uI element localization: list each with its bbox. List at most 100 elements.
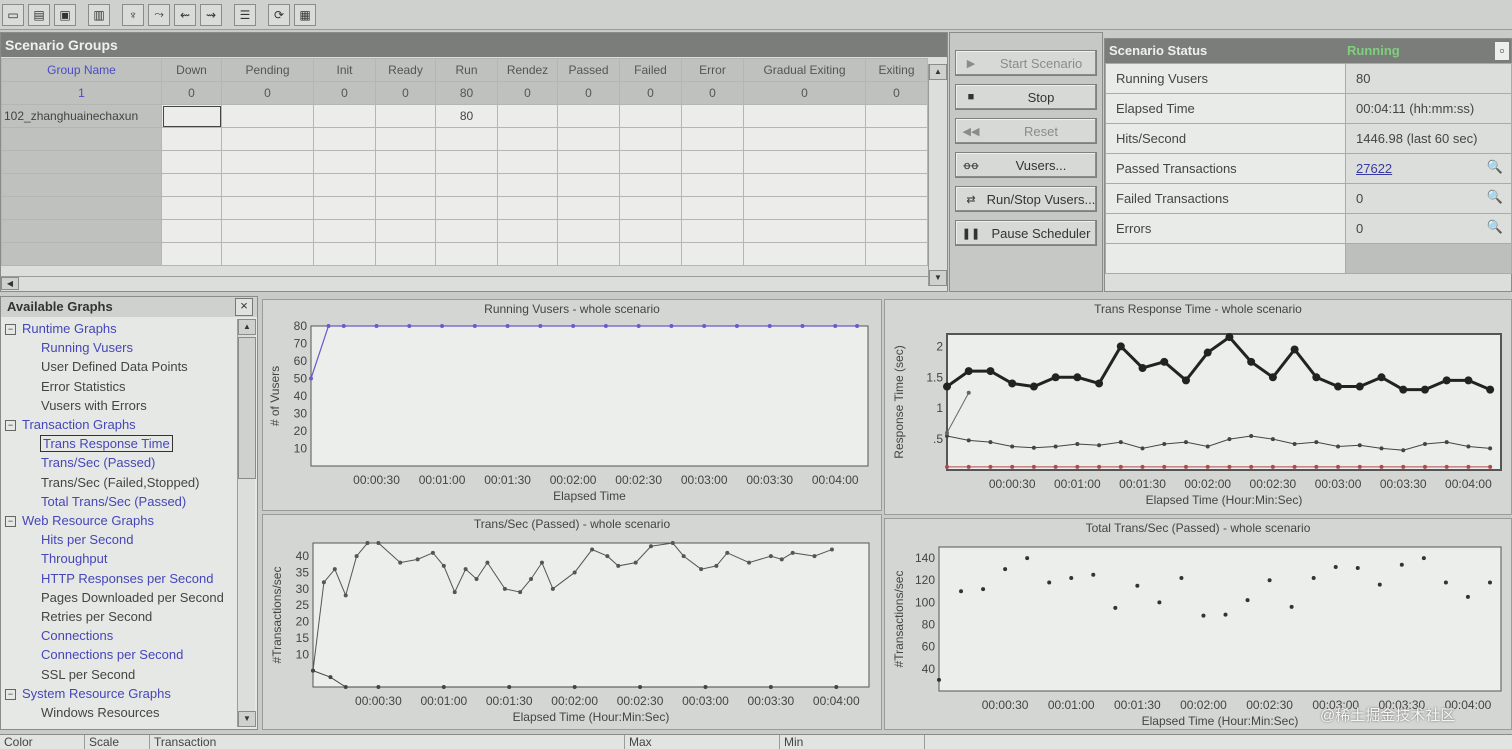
- table-cell[interactable]: [161, 219, 222, 243]
- tree-scroll-up-icon[interactable]: ▲: [238, 319, 256, 335]
- table-row[interactable]: [1, 242, 928, 266]
- table-cell[interactable]: [161, 173, 222, 197]
- table-cell[interactable]: [161, 242, 222, 266]
- table-cell[interactable]: [497, 104, 558, 128]
- tree-category[interactable]: − System Resource Graphs: [1, 684, 237, 703]
- table-cell[interactable]: [619, 196, 682, 220]
- group-name-cell[interactable]: 102_zhanghuainechaxun: [1, 104, 162, 128]
- table-cell[interactable]: [313, 173, 376, 197]
- total-trans-sec-graph[interactable]: Total Trans/Sec (Passed) - whole scenari…: [884, 518, 1512, 730]
- table-cell[interactable]: [497, 173, 558, 197]
- table-cell[interactable]: [619, 150, 682, 174]
- table-cell[interactable]: [313, 196, 376, 220]
- magnifier-icon[interactable]: 🔍: [1487, 189, 1503, 205]
- vusers-button[interactable]: ꝋꝋ Vusers...: [955, 152, 1097, 178]
- table-cell[interactable]: [681, 173, 744, 197]
- table-cell[interactable]: [375, 219, 436, 243]
- tree-item[interactable]: HTTP Responses per Second: [1, 569, 237, 588]
- stop-button[interactable]: ■ Stop: [955, 84, 1097, 110]
- collapse-icon[interactable]: −: [5, 420, 16, 432]
- run-count-cell[interactable]: 80: [435, 104, 498, 128]
- magnifier-icon[interactable]: 🔍: [1487, 159, 1503, 175]
- legend-column-header[interactable]: Transaction: [150, 735, 625, 749]
- table-cell[interactable]: [313, 219, 376, 243]
- table-cell[interactable]: [681, 242, 744, 266]
- tree-item[interactable]: Connections per Second: [1, 645, 237, 664]
- status-value[interactable]: 27622 🔍: [1345, 153, 1512, 184]
- tree-item[interactable]: Hits per Second: [1, 530, 237, 549]
- open-icon[interactable]: ▭: [2, 3, 24, 26]
- table-cell[interactable]: [865, 104, 928, 128]
- trans-sec-passed-graph[interactable]: Trans/Sec (Passed) - whole scenario 40 35…: [262, 514, 882, 730]
- table-cell[interactable]: [865, 127, 928, 151]
- status-menu-icon[interactable]: ▫: [1495, 42, 1509, 60]
- table-cell[interactable]: [681, 104, 744, 128]
- table-cell[interactable]: [497, 127, 558, 151]
- table-cell[interactable]: [313, 127, 376, 151]
- scroll-up-arrow-icon[interactable]: ▲: [929, 64, 947, 80]
- table-cell[interactable]: [681, 150, 744, 174]
- save-icon[interactable]: ▤: [28, 3, 50, 26]
- table-cell[interactable]: [743, 104, 866, 128]
- status-value[interactable]: 0 🔍: [1345, 183, 1512, 214]
- table-cell[interactable]: [743, 127, 866, 151]
- list-icon[interactable]: ☰: [234, 3, 256, 26]
- floppy-icon[interactable]: ▣: [54, 3, 76, 26]
- table-cell[interactable]: [221, 196, 314, 220]
- table-cell[interactable]: [313, 242, 376, 266]
- table-cell[interactable]: [221, 150, 314, 174]
- table-cell[interactable]: [435, 150, 498, 174]
- table-row[interactable]: [1, 219, 928, 243]
- running-vusers-graph[interactable]: Running Vusers - whole scenario 80 70 60 50…: [262, 299, 882, 511]
- graph-tree-scrollbar[interactable]: ▲ ▼: [237, 319, 256, 727]
- clipboard-icon[interactable]: ▥: [88, 3, 110, 26]
- column-header[interactable]: Rendez: [497, 58, 558, 82]
- table-cell[interactable]: [557, 196, 620, 220]
- trans-response-time-graph[interactable]: Trans Response Time - whole scenario 2 1.…: [884, 299, 1512, 515]
- table-cell[interactable]: [865, 196, 928, 220]
- legend-column-header[interactable]: Scale: [85, 735, 150, 749]
- table-cell[interactable]: [435, 219, 498, 243]
- tree-scroll-thumb[interactable]: [238, 337, 256, 479]
- column-header[interactable]: Error: [681, 58, 744, 82]
- column-header[interactable]: Run: [435, 58, 498, 82]
- scroll-down-arrow-icon[interactable]: ▼: [929, 270, 947, 286]
- legend-column-header[interactable]: Min: [780, 735, 925, 749]
- table-cell[interactable]: [375, 196, 436, 220]
- table-cell[interactable]: [743, 150, 866, 174]
- collapse-icon[interactable]: −: [5, 516, 16, 528]
- tree-item[interactable]: Running Vusers: [1, 338, 237, 357]
- table-cell[interactable]: [497, 150, 558, 174]
- tree-item[interactable]: Trans/Sec (Failed,Stopped): [1, 473, 237, 492]
- table-cell[interactable]: [313, 150, 376, 174]
- step-back-icon[interactable]: ⇜: [174, 3, 196, 26]
- table-row[interactable]: 102_zhanghuainechaxun 80: [1, 104, 928, 128]
- tree-item[interactable]: Retries per Second: [1, 607, 237, 626]
- tree-item[interactable]: Trans Response Time: [1, 434, 237, 453]
- legend-column-header[interactable]: Max: [625, 735, 780, 749]
- table-cell[interactable]: [557, 150, 620, 174]
- run-stop-vusers-button[interactable]: ⇄ Run/Stop Vusers...: [955, 186, 1097, 212]
- tree-item[interactable]: Windows Resources: [1, 703, 237, 722]
- table-cell[interactable]: [619, 104, 682, 128]
- table-cell[interactable]: [375, 173, 436, 197]
- table-cell[interactable]: [1, 127, 162, 151]
- tree-scroll-down-icon[interactable]: ▼: [238, 711, 256, 727]
- table-cell[interactable]: [1, 219, 162, 243]
- refresh-icon[interactable]: ⟳: [268, 3, 290, 26]
- column-header[interactable]: Exiting: [865, 58, 928, 82]
- table-cell[interactable]: [619, 242, 682, 266]
- tree-item[interactable]: Trans/Sec (Passed): [1, 453, 237, 472]
- table-cell[interactable]: [435, 196, 498, 220]
- tree-item[interactable]: Error Statistics: [1, 377, 237, 396]
- tree-item[interactable]: Pages Downloaded per Second: [1, 588, 237, 607]
- scroll-left-arrow-icon[interactable]: ◀: [1, 277, 19, 290]
- table-cell[interactable]: [161, 104, 222, 128]
- tree-item[interactable]: Vusers with Errors: [1, 396, 237, 415]
- table-cell[interactable]: [743, 242, 866, 266]
- table-cell[interactable]: [375, 242, 436, 266]
- table-row[interactable]: [1, 127, 928, 151]
- table-cell[interactable]: [1, 150, 162, 174]
- table-cell[interactable]: [161, 196, 222, 220]
- table-cell[interactable]: [865, 219, 928, 243]
